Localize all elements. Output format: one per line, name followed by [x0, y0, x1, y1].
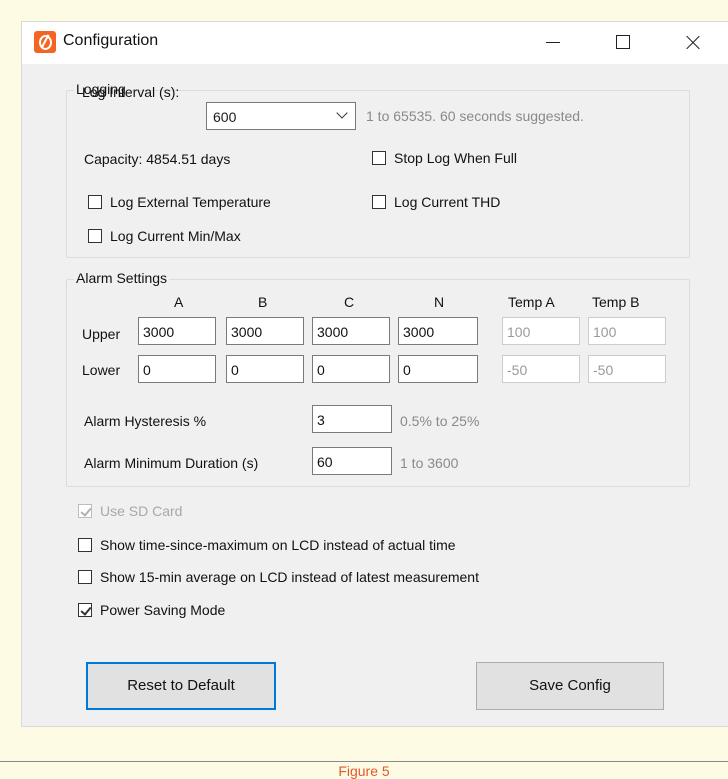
power-saving-mode-label: Power Saving Mode: [100, 602, 226, 618]
upper-n-input[interactable]: 3000: [398, 317, 478, 345]
close-button[interactable]: [662, 22, 722, 64]
lower-label: Lower: [82, 362, 121, 378]
column-header-c: C: [344, 294, 355, 310]
lower-a-input[interactable]: 0: [138, 355, 216, 383]
stop-log-when-full-label: Stop Log When Full: [394, 150, 517, 166]
use-sd-card-label: Use SD Card: [100, 503, 183, 519]
checkmark-icon: [80, 505, 92, 517]
alarm-settings-legend: Alarm Settings: [74, 270, 170, 286]
log-external-temperature-label: Log External Temperature: [110, 194, 271, 210]
alarm-hysteresis-label: Alarm Hysteresis %: [84, 413, 207, 429]
lower-n-input[interactable]: 0: [398, 355, 478, 383]
alarm-min-duration-hint: 1 to 3600: [400, 455, 459, 471]
time-since-maximum-label: Show time-since-maximum on LCD instead o…: [100, 537, 456, 553]
alarm-min-duration-input[interactable]: 60: [312, 447, 392, 475]
checkmark-icon: [80, 604, 92, 616]
figure-caption: Figure 5: [338, 763, 390, 779]
capacity-text: Capacity: 4854.51 days: [84, 151, 231, 167]
upper-label: Upper: [82, 326, 121, 342]
lower-temp-a-input: -50: [502, 355, 580, 383]
fifteen-min-average-label: Show 15-min average on LCD instead of la…: [100, 569, 479, 585]
window-title: Configuration: [63, 32, 159, 49]
save-config-button[interactable]: Save Config: [476, 662, 664, 710]
caption-divider: [0, 761, 728, 762]
upper-b-input[interactable]: 3000: [226, 317, 304, 345]
column-header-temp-b: Temp B: [592, 294, 640, 310]
upper-c-input[interactable]: 3000: [312, 317, 390, 345]
lower-c-input[interactable]: 0: [312, 355, 390, 383]
lower-temp-b-input: -50: [588, 355, 666, 383]
title-bar: Configuration: [22, 22, 728, 64]
chevron-down-icon: [336, 107, 348, 119]
reset-to-default-button[interactable]: Reset to Default: [86, 662, 276, 710]
log-current-minmax-label: Log Current Min/Max: [110, 228, 241, 244]
column-header-a: A: [174, 294, 184, 310]
log-interval-hint: 1 to 65535. 60 seconds suggested.: [366, 108, 584, 124]
alarm-hysteresis-hint: 0.5% to 25%: [400, 413, 480, 429]
maximize-button[interactable]: [592, 22, 652, 64]
maximize-icon: [616, 35, 630, 49]
log-interval-label: Log Interval (s):: [82, 84, 180, 100]
minimize-button[interactable]: [522, 22, 582, 64]
app-logo-icon: [34, 31, 56, 53]
column-header-temp-a: Temp A: [508, 294, 555, 310]
log-interval-dropdown[interactable]: 600: [206, 102, 356, 130]
minimize-icon: [546, 42, 560, 43]
column-header-b: B: [258, 294, 268, 310]
lower-b-input[interactable]: 0: [226, 355, 304, 383]
upper-temp-a-input: 100: [502, 317, 580, 345]
alarm-hysteresis-input[interactable]: 3: [312, 405, 392, 433]
upper-temp-b-input: 100: [588, 317, 666, 345]
log-current-thd-label: Log Current THD: [394, 194, 501, 210]
upper-a-input[interactable]: 3000: [138, 317, 216, 345]
column-header-n: N: [434, 294, 445, 310]
log-interval-value: 600: [213, 109, 237, 125]
alarm-min-duration-label: Alarm Minimum Duration (s): [84, 455, 259, 471]
